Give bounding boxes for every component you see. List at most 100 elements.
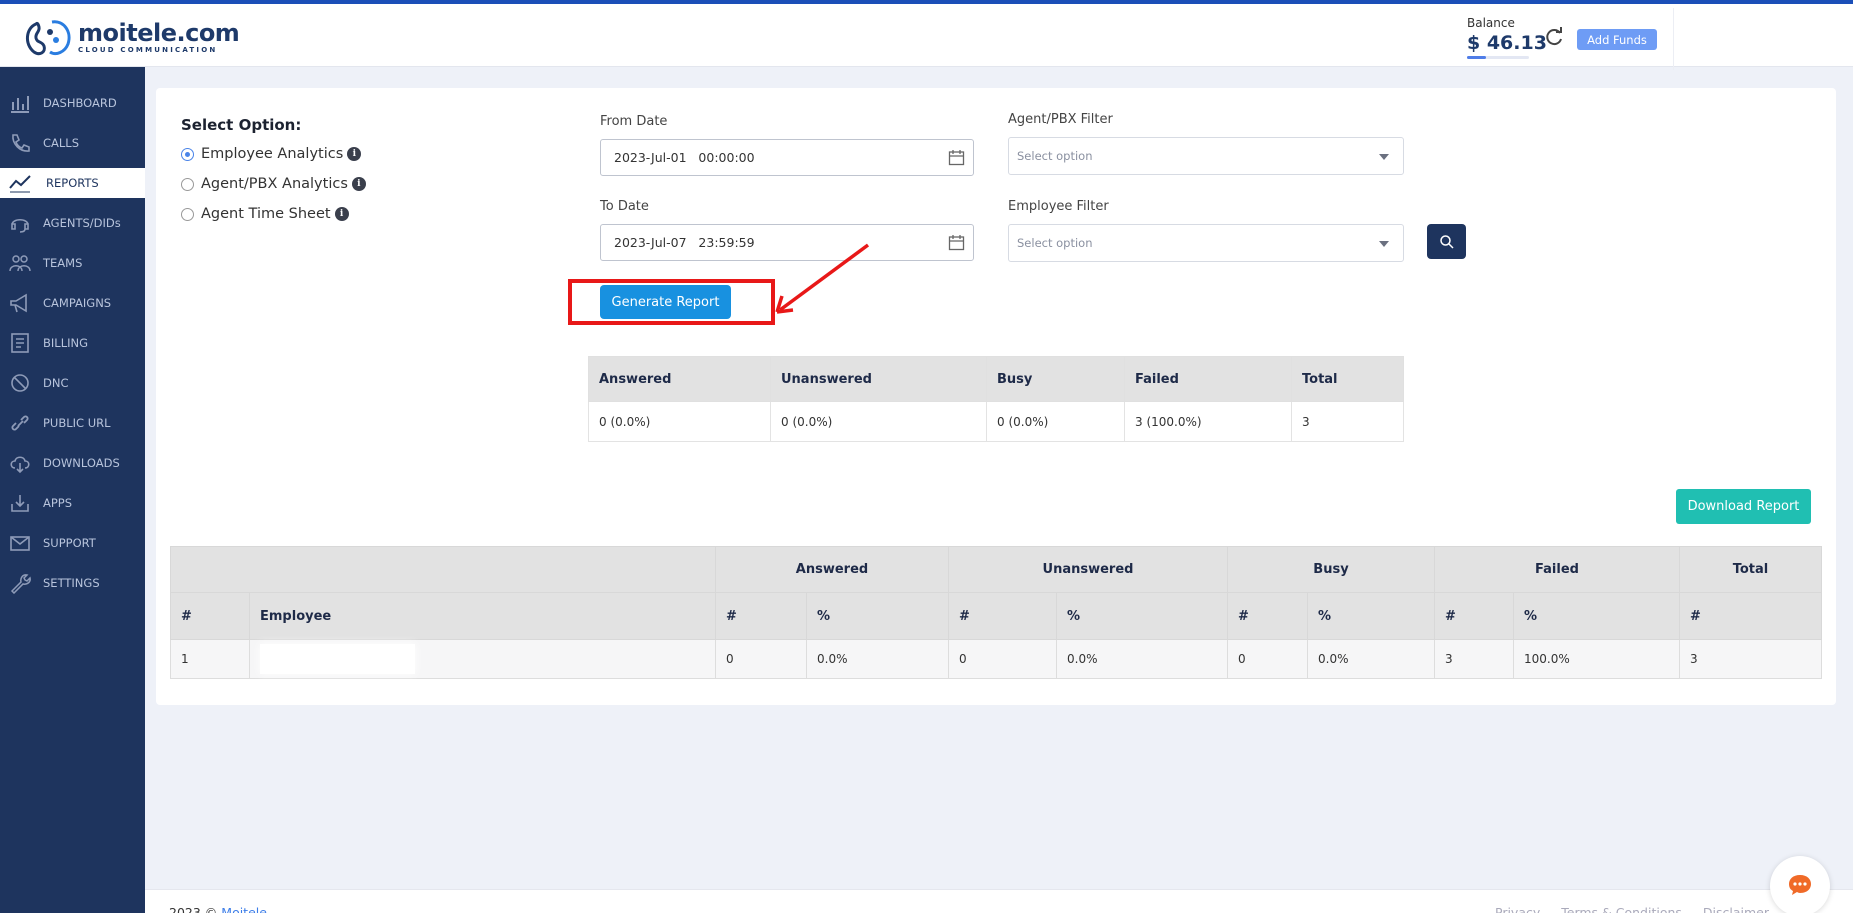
cell-unanswered-percent: 0.0% xyxy=(1056,639,1228,679)
refresh-icon[interactable] xyxy=(1543,26,1565,48)
sidebar-item-reports[interactable]: REPORTS xyxy=(0,168,145,198)
option-label: Employee Analytics xyxy=(201,146,344,162)
col-header-failed-count: # xyxy=(1434,592,1514,640)
radio-button[interactable] xyxy=(181,147,194,161)
group-header-failed: Failed xyxy=(1434,546,1680,593)
col-header-employee: Employee xyxy=(249,592,716,640)
calendar-icon[interactable] xyxy=(948,149,965,166)
summary-failed-value: 3 (100.0%) xyxy=(1124,401,1292,442)
balance-value: $ 46.13 xyxy=(1467,32,1547,54)
sidebar-item-label: CALLS xyxy=(43,136,80,150)
cell-busy-percent: 0.0% xyxy=(1307,639,1435,679)
brand-tagline: CLOUD COMMUNICATION xyxy=(78,46,218,54)
sidebar-item-dnc[interactable]: DNC xyxy=(0,368,145,398)
copyright-year: 2023 © xyxy=(169,905,218,913)
info-icon[interactable]: i xyxy=(351,177,366,191)
sidebar-item-label: TEAMS xyxy=(43,256,83,270)
sidebar-item-billing[interactable]: BILLING xyxy=(0,328,145,358)
col-header-answered-count: # xyxy=(715,592,807,640)
sidebar-item-public-url[interactable]: PUBLIC URL xyxy=(0,408,145,438)
balance-widget: Balance $ 46.13 xyxy=(1467,16,1547,59)
mail-icon xyxy=(10,536,30,551)
trend-icon xyxy=(9,175,31,193)
cell-busy-count: 0 xyxy=(1227,639,1308,679)
col-header-unanswered-count: # xyxy=(948,592,1057,640)
summary-header-busy: Busy xyxy=(986,356,1125,402)
brand-logo[interactable]: moitele.com CLOUD COMMUNICATION xyxy=(22,16,240,58)
calendar-icon[interactable] xyxy=(948,234,965,251)
search-button[interactable] xyxy=(1427,224,1466,259)
sidebar-item-label: AGENTS/DIDs xyxy=(43,216,121,230)
radio-button[interactable] xyxy=(181,177,194,191)
redacted-employee-name xyxy=(260,644,415,674)
add-funds-button[interactable]: Add Funds xyxy=(1577,29,1657,50)
to-date-label: To Date xyxy=(600,199,649,214)
cell-failed-percent: 100.0% xyxy=(1513,639,1680,679)
col-header-answered-percent: % xyxy=(806,592,949,640)
sidebar-item-settings[interactable]: SETTINGS xyxy=(0,568,145,598)
footer-link-privacy[interactable]: Privacy xyxy=(1495,905,1540,913)
cloud-download-icon xyxy=(10,456,30,474)
radio-button[interactable] xyxy=(181,207,194,221)
cell-failed-count: 3 xyxy=(1434,639,1514,679)
sidebar-item-campaigns[interactable]: CAMPAIGNS xyxy=(0,288,145,318)
summary-unanswered-value: 0 (0.0%) xyxy=(770,401,987,442)
employee-filter-placeholder: Select option xyxy=(1017,236,1093,250)
employee-filter-select[interactable]: Select option xyxy=(1008,224,1404,262)
summary-header-answered: Answered xyxy=(588,356,771,402)
cell-unanswered-count: 0 xyxy=(948,639,1057,679)
headset-icon xyxy=(11,218,29,233)
chat-bubble-icon xyxy=(1789,875,1811,895)
option-agent-pbx-analytics[interactable]: Agent/PBX Analytics i xyxy=(181,176,366,192)
main-content xyxy=(145,67,1853,913)
billing-icon xyxy=(11,333,29,353)
sidebar-item-dashboard[interactable]: DASHBOARD xyxy=(0,88,145,118)
sidebar-item-label: SUPPORT xyxy=(43,536,96,550)
cell-answered-count: 0 xyxy=(715,639,807,679)
col-header-busy-count: # xyxy=(1227,592,1308,640)
summary-header-failed: Failed xyxy=(1124,356,1292,402)
page-footer: 2023 © Moitele Privacy Terms & Condition… xyxy=(145,889,1853,913)
group-header-blank xyxy=(170,546,716,593)
search-icon xyxy=(1439,234,1454,249)
phone-icon xyxy=(12,134,30,152)
option-employee-analytics[interactable]: Employee Analytics i xyxy=(181,146,362,162)
balance-bar xyxy=(1467,56,1529,59)
sidebar-item-support[interactable]: SUPPORT xyxy=(0,528,145,558)
footer-brand-link[interactable]: Moitele xyxy=(221,905,267,913)
option-agent-time-sheet[interactable]: Agent Time Sheet i xyxy=(181,206,349,222)
group-header-busy: Busy xyxy=(1227,546,1435,593)
info-icon[interactable]: i xyxy=(334,207,349,221)
sidebar-item-label: DASHBOARD xyxy=(43,96,117,110)
sidebar-item-label: CAMPAIGNS xyxy=(43,296,112,310)
summary-total-value: 3 xyxy=(1291,401,1404,442)
sidebar-item-calls[interactable]: CALLS xyxy=(0,128,145,158)
footer-link-terms[interactable]: Terms & Conditions xyxy=(1561,905,1682,913)
profile-area[interactable] xyxy=(1673,8,1843,70)
group-header-answered: Answered xyxy=(715,546,949,593)
from-date-label: From Date xyxy=(600,114,668,129)
sidebar-item-agents-dids[interactable]: AGENTS/DIDs xyxy=(0,208,145,238)
info-icon[interactable]: i xyxy=(347,147,362,161)
footer-link-disclaimer[interactable]: Disclaimer xyxy=(1703,905,1769,913)
summary-answered-value: 0 (0.0%) xyxy=(588,401,771,442)
sidebar-item-downloads[interactable]: DOWNLOADS xyxy=(0,448,145,478)
sidebar-item-teams[interactable]: TEAMS xyxy=(0,248,145,278)
balance-label: Balance xyxy=(1467,16,1515,30)
col-header-failed-percent: % xyxy=(1513,592,1680,640)
group-header-total: Total xyxy=(1679,546,1822,593)
col-header-unanswered-percent: % xyxy=(1056,592,1228,640)
chat-widget-button[interactable] xyxy=(1770,856,1830,913)
link-icon xyxy=(11,415,29,431)
summary-table: Answered Unanswered Busy Failed Total 0 … xyxy=(588,356,1404,442)
option-label: Agent/PBX Analytics xyxy=(201,176,348,192)
cell-employee xyxy=(249,639,716,679)
footer-links: Privacy Terms & Conditions Disclaimer Ab xyxy=(1495,905,1824,913)
from-date-input[interactable]: 2023-Jul-01 00:00:00 xyxy=(600,139,974,176)
agent-filter-select[interactable]: Select option xyxy=(1008,137,1404,175)
sidebar-item-apps[interactable]: APPS xyxy=(0,488,145,518)
download-report-button[interactable]: Download Report xyxy=(1676,489,1811,524)
employee-report-table: Answered Unanswered Busy Failed Total # … xyxy=(170,546,1822,679)
top-header: moitele.com CLOUD COMMUNICATION Balance … xyxy=(0,4,1853,70)
cell-answered-percent: 0.0% xyxy=(806,639,949,679)
